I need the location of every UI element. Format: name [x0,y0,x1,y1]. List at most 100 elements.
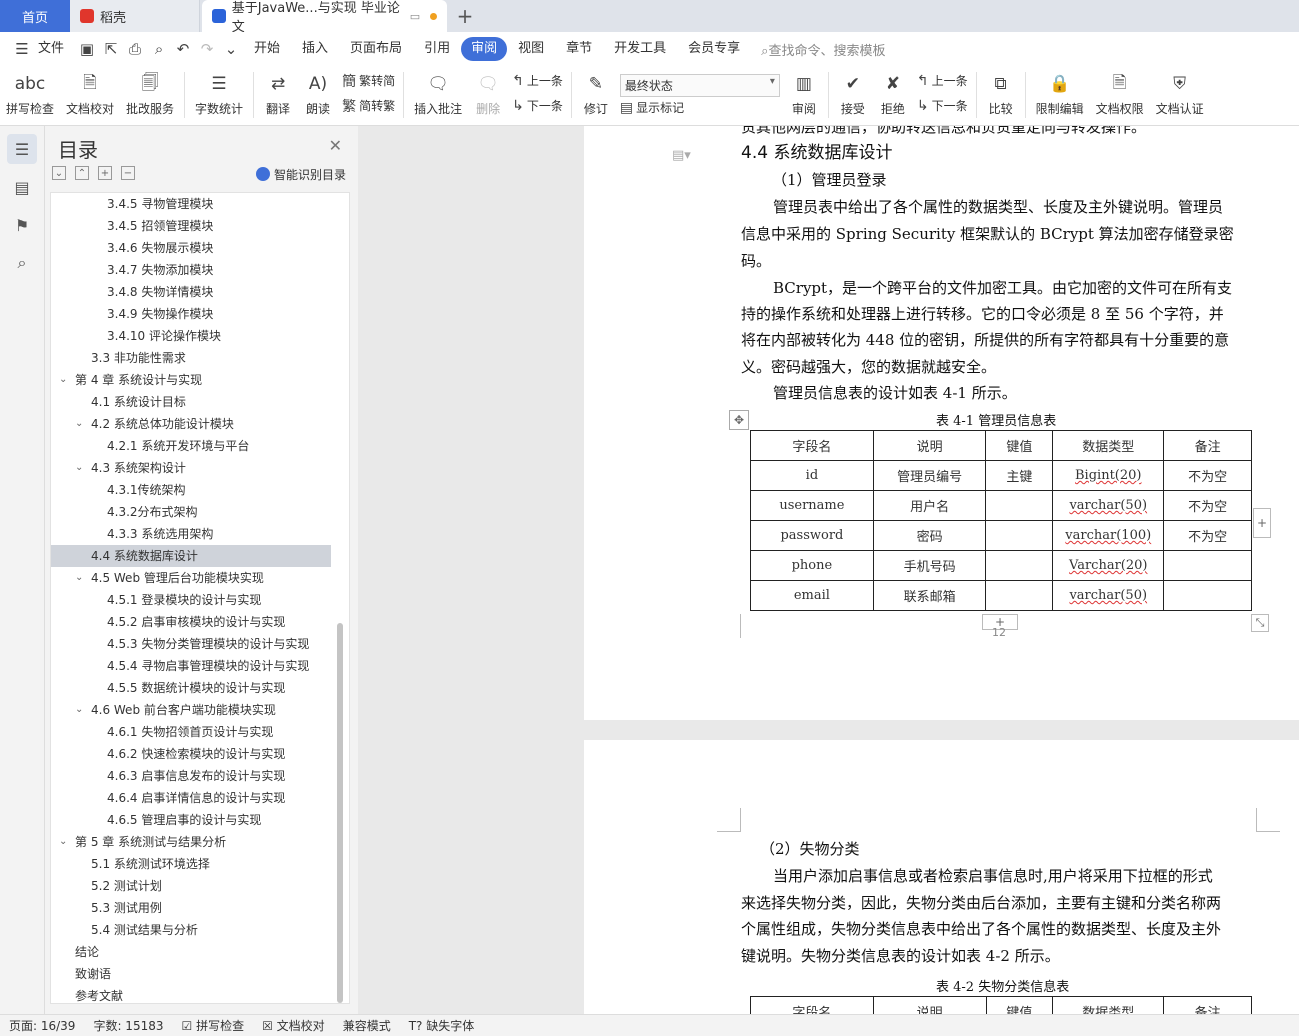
menu-layout[interactable]: 页面布局 [339,37,413,61]
word-count-button[interactable]: ☰ 字数统计 [189,66,249,124]
toc-item[interactable]: 4.6.2 快速检索模块的设计与实现 [51,743,331,765]
toc-item[interactable]: 3.4.8 失物详情模块 [51,281,331,303]
menu-file[interactable]: 文件 [34,37,75,61]
navigation-icon[interactable]: ▤ [7,172,37,202]
prev-change-button[interactable]: ↰ 上一条 [917,69,968,93]
status-spell-check[interactable]: ☑ 拼写检查 [173,1017,254,1034]
trad-to-simp-button[interactable]: 簡繁转简 [342,69,395,93]
accept-button[interactable]: ✔ 接受 [833,66,873,124]
translate-button[interactable]: ⇄ 翻译 [258,66,298,124]
tab-daoke[interactable]: 稻壳 [70,0,200,32]
toc-item[interactable]: 4.2.1 系统开发环境与平台 [51,435,331,457]
search-icon[interactable]: ⌕ [7,248,37,278]
expand-arrow-icon[interactable]: ⌄ [75,567,83,589]
compare-button[interactable]: ⧉ 比较 [981,66,1021,124]
next-comment-button[interactable]: ↳ 下一条 [512,94,563,118]
doc-proof-button[interactable]: 🗎 文档校对 [60,66,120,124]
toc-item[interactable]: 参考文献 [51,985,331,1003]
toc-item[interactable]: 3.4.9 失物操作模块 [51,303,331,325]
expand-arrow-icon[interactable]: ⌄ [75,457,83,479]
expand-arrow-icon[interactable]: ⌄ [59,369,67,391]
doc-permission-button[interactable]: 🗎 文档权限 [1090,66,1150,124]
menu-start[interactable]: 开始 [243,37,291,61]
bookmark-icon[interactable]: ⚑ [7,210,37,240]
toc-item[interactable]: 4.5.1 登录模块的设计与实现 [51,589,331,611]
close-icon[interactable]: ✕ [329,136,342,155]
simp-to-trad-button[interactable]: 繁简转繁 [342,94,395,118]
menu-review[interactable]: 审阅 [461,37,508,61]
add-column-button[interactable]: + [1253,508,1271,538]
markup-state-select[interactable]: 最终状态 [619,74,780,97]
toc-item[interactable]: 结论 [51,941,331,963]
toc-item[interactable]: ⌄ 4.3 系统架构设计 [51,457,331,479]
menu-view[interactable]: 视图 [507,37,555,61]
expand-arrow-icon[interactable]: ⌄ [75,699,83,721]
insert-comment-button[interactable]: 🗨 插入批注 [408,66,468,124]
restrict-edit-button[interactable]: 🔒 限制编辑 [1030,66,1090,124]
toc-item[interactable]: 4.3.3 系统选用架构 [51,523,331,545]
save-icon[interactable]: ▣ [77,39,97,59]
next-change-button[interactable]: ↳ 下一条 [917,94,968,118]
toc-item[interactable]: 4.5.3 失物分类管理模块的设计与实现 [51,633,331,655]
toc-item[interactable]: 3.4.5 寻物管理模块 [51,193,331,215]
menu-reference[interactable]: 引用 [413,37,461,61]
command-search[interactable]: ⌕查找命令、搜索模板 [761,40,885,59]
toc-item[interactable]: 致谢语 [51,963,331,985]
expand-arrow-icon[interactable]: ⌄ [75,413,83,435]
toc-item[interactable]: 3.3 非功能性需求 [51,347,331,369]
monitor-icon[interactable]: ▭ [410,10,420,23]
toc-item[interactable]: 5.1 系统测试环境选择 [51,853,331,875]
annotation-service-button[interactable]: 🗐 批改服务 [120,66,180,124]
toc-panel-icon[interactable]: ☰ [7,134,37,164]
menu-section[interactable]: 章节 [555,37,603,61]
tab-document[interactable]: 基于JavaWe...与实现 毕业论文 ▭ [202,0,447,35]
expand-arrow-icon[interactable]: ⌄ [59,831,67,853]
expand-icon[interactable]: ⌃ [75,166,89,180]
toc-item[interactable]: 4.6.3 启事信息发布的设计与实现 [51,765,331,787]
toc-item[interactable]: 3.4.7 失物添加模块 [51,259,331,281]
plus-icon[interactable]: + [98,166,112,180]
toc-scrollbar[interactable] [337,623,343,1003]
toc-item[interactable]: ⌄ 第 4 章 系统设计与实现 [51,369,331,391]
preview-icon[interactable]: ⌕ [149,39,169,59]
table-move-handle-icon[interactable]: ✥ [729,410,749,430]
toc-item[interactable]: 5.4 测试结果与分析 [51,919,331,941]
toc-item[interactable]: 4.5.2 启事审核模块的设计与实现 [51,611,331,633]
delete-comment-button[interactable]: 🗨 删除 [468,66,508,124]
show-marks-button[interactable]: ▤ 显示标记 [620,97,780,118]
prev-comment-button[interactable]: ↰ 上一条 [512,69,563,93]
toc-item[interactable]: 3.4.5 招领管理模块 [51,215,331,237]
tab-home[interactable]: 首页 [0,0,70,32]
menu-member[interactable]: 会员专享 [677,37,751,61]
collapse-icon[interactable]: ⌄ [52,166,66,180]
undo-icon[interactable]: ↶ [173,39,193,59]
doc-auth-button[interactable]: ⛨ 文档认证 [1150,66,1210,124]
new-tab-button[interactable]: + [447,0,483,32]
toc-item[interactable]: 4.6.5 管理启事的设计与实现 [51,809,331,831]
toc-item[interactable]: 4.5.4 寻物启事管理模块的设计与实现 [51,655,331,677]
toc-item[interactable]: 5.3 测试用例 [51,897,331,919]
smart-toc-button[interactable]: 智能识别目录 [255,166,346,183]
menu-devtools[interactable]: 开发工具 [603,37,677,61]
toc-item[interactable]: 3.4.6 失物展示模块 [51,237,331,259]
toc-item[interactable]: ⌄ 第 5 章 系统测试与结果分析 [51,831,331,853]
toc-item[interactable]: 4.6.4 启事详情信息的设计与实现 [51,787,331,809]
toc-item[interactable]: 4.6.1 失物招领首页设计与实现 [51,721,331,743]
resize-table-icon[interactable]: ⤡ [1251,614,1269,632]
toc-item[interactable]: 4.1 系统设计目标 [51,391,331,413]
export-icon[interactable]: ⇱ [101,39,121,59]
minus-icon[interactable]: − [121,166,135,180]
toc-item[interactable]: 5.2 测试计划 [51,875,331,897]
toc-item[interactable]: ⌄ 4.6 Web 前台客户端功能模块实现 [51,699,331,721]
more-icon[interactable]: ⌄ [221,39,241,59]
revise-button[interactable]: ✎ 修订 [576,66,616,124]
paragraph-options-icon[interactable]: ▤▾ [672,148,691,163]
toc-item[interactable]: 4.4 系统数据库设计 [51,545,331,567]
toc-item[interactable]: 4.3.1传统架构 [51,479,331,501]
print-icon[interactable]: ⎙ [125,39,145,59]
toc-item[interactable]: 4.3.2分布式架构 [51,501,331,523]
redo-icon[interactable]: ↷ [197,39,217,59]
toc-item[interactable]: ⌄ 4.2 系统总体功能设计模块 [51,413,331,435]
toc-item[interactable]: 3.4.10 评论操作模块 [51,325,331,347]
status-doc-proof[interactable]: ☒ 文档校对 [253,1017,334,1034]
